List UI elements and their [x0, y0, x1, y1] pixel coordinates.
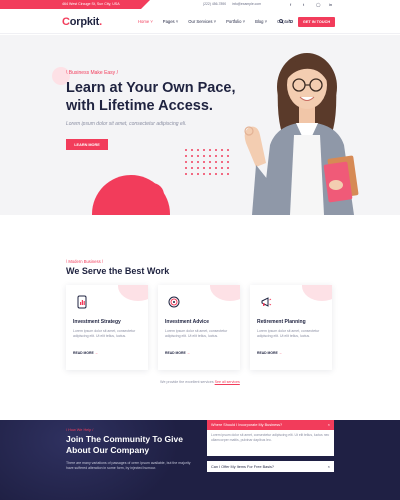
card-title: Investment Advice	[165, 319, 209, 325]
target-icon	[168, 296, 180, 308]
community-eyebrow: \ How We Help /	[66, 428, 94, 432]
nav-blog[interactable]: Blog ˅	[255, 19, 267, 24]
read-more-label: READ MORE	[257, 351, 278, 355]
card-decor	[302, 285, 332, 301]
main-nav: Home ˅ Pages ˅ Our Services ˅ Portfolio …	[138, 19, 292, 24]
card-description: Lorem ipsum dolor sit amet, consectetur …	[73, 329, 136, 338]
megaphone-icon	[261, 297, 272, 307]
arrow-right-icon: →	[186, 351, 191, 355]
hero-woman-image	[244, 53, 359, 215]
linkedin-icon[interactable]: in	[329, 2, 332, 7]
service-card[interactable]: Investment Advice Lorem ipsum dolor sit …	[158, 285, 240, 370]
faq-item-open[interactable]: Where Should I Incorporate My Business? ×…	[207, 420, 334, 456]
arrow-right-icon: →	[278, 351, 283, 355]
read-more-label: READ MORE	[165, 351, 186, 355]
card-description: Lorem ipsum dolor sit amet, consectetur …	[257, 329, 320, 338]
decor-dots	[183, 147, 233, 177]
hero-section: \ Business Make Easy / Learn at Your Own…	[0, 35, 400, 215]
note-text: We provide the excellent services	[160, 380, 215, 384]
faq-question-text: Where Should I Incorporate My Business?	[211, 423, 283, 427]
community-title: Join The Community To Give About Our Com…	[66, 434, 183, 455]
arrow-right-icon: →	[94, 351, 99, 355]
service-cards: Investment Strategy Lorem ipsum dolor si…	[66, 285, 334, 370]
topbar-email[interactable]: info@example.com	[232, 2, 261, 6]
topbar-phone[interactable]: (222) 456-7890	[203, 2, 226, 6]
close-icon[interactable]: ×	[328, 464, 330, 469]
service-card[interactable]: Investment Strategy Lorem ipsum dolor si…	[66, 285, 148, 370]
learn-more-button[interactable]: LEARN MORE	[66, 139, 108, 150]
hero-eyebrow: \ Business Make Easy /	[66, 70, 118, 76]
nav-portfolio[interactable]: Portfolio ˅	[226, 19, 245, 24]
logo[interactable]: Corpkit.	[62, 16, 102, 28]
services-note: We provide the excellent services See al…	[0, 380, 400, 384]
logo-dot: .	[99, 16, 102, 28]
decor-circle	[140, 183, 164, 207]
logo-mark: C	[62, 16, 70, 28]
search-icon[interactable]	[279, 19, 284, 26]
close-icon[interactable]: ×	[328, 422, 330, 427]
instagram-icon[interactable]: ◯	[316, 2, 320, 7]
read-more-label: READ MORE	[73, 351, 94, 355]
faq-question-text: Can I Offer My Items For Free Basis?	[211, 464, 275, 469]
read-more-link[interactable]: READ MORE →	[165, 351, 190, 355]
card-decor	[210, 285, 240, 301]
read-more-link[interactable]: READ MORE →	[73, 351, 98, 355]
card-title: Investment Strategy	[73, 319, 121, 325]
twitter-icon[interactable]: t	[303, 2, 304, 7]
facebook-icon[interactable]: f	[290, 2, 291, 7]
services-eyebrow: \ Modern Business /	[66, 259, 104, 264]
card-title: Retirement Planning	[257, 319, 306, 325]
faq-question[interactable]: Where Should I Incorporate My Business? ×	[207, 420, 334, 430]
services-title: We Serve the Best Work	[66, 266, 170, 276]
see-all-services-link[interactable]: See all services	[215, 380, 240, 384]
cart-icon[interactable]	[288, 19, 294, 26]
card-decor	[118, 285, 148, 301]
community-text: There are many variations of passages of…	[66, 461, 191, 470]
service-card[interactable]: Retirement Planning Lorem ipsum dolor si…	[250, 285, 332, 370]
hero-lead: Lorem ipsum dolor sit amet, consectetur …	[66, 121, 187, 127]
topbar: 464 West Circuge St, Sun City, USA (222)…	[0, 0, 400, 9]
nav-home[interactable]: Home ˅	[138, 19, 153, 24]
read-more-link[interactable]: READ MORE →	[257, 351, 282, 355]
hero-title: Learn at Your Own Pace, with Lifetime Ac…	[66, 80, 236, 114]
card-description: Lorem ipsum dolor sit amet, consectetur …	[165, 329, 228, 338]
community-section: \ How We Help / Join The Community To Gi…	[0, 420, 400, 500]
site-header: Corpkit. Home ˅ Pages ˅ Our Services ˅ P…	[0, 9, 400, 34]
logo-text: orpkit	[69, 16, 100, 28]
nav-pages[interactable]: Pages ˅	[163, 19, 178, 24]
get-in-touch-button[interactable]: GET IN TOUCH	[298, 17, 335, 27]
topbar-address: 464 West Circuge St, Sun City, USA	[62, 1, 120, 6]
faq-answer: Lorem ipsum dolor sit amet, consectetur …	[211, 433, 330, 442]
section-background	[0, 420, 180, 500]
faq-item[interactable]: Can I Offer My Items For Free Basis? ×	[207, 461, 334, 472]
nav-our-services[interactable]: Our Services ˅	[188, 19, 216, 24]
phone-chart-icon	[77, 295, 87, 309]
